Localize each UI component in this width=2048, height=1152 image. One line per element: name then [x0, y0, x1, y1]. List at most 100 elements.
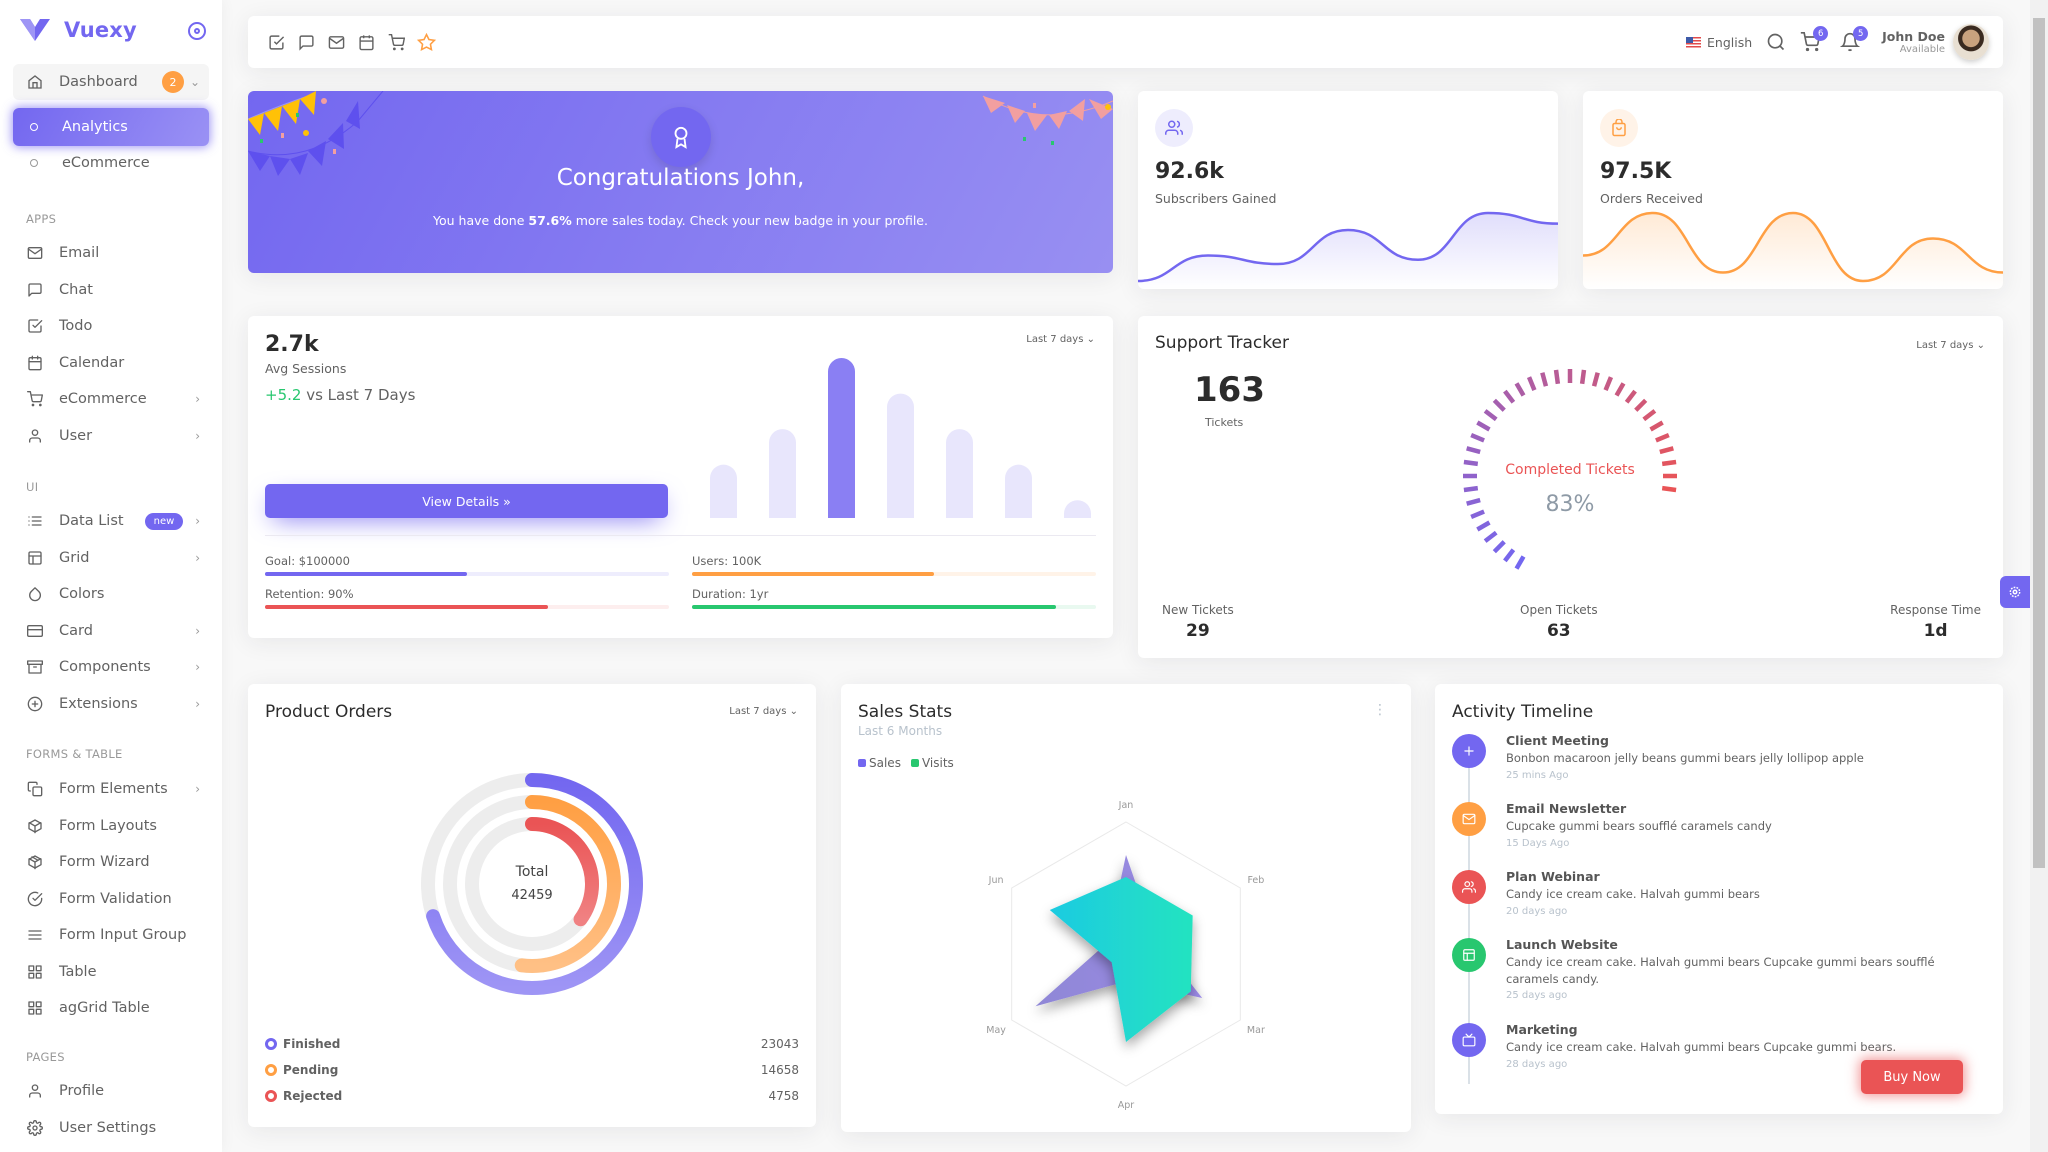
droplet-icon: [26, 586, 43, 603]
sidebar-item-label: agGrid Table: [59, 1000, 150, 1016]
more-vertical-icon[interactable]: ⋮: [1373, 703, 1387, 717]
sidebar-item-ecommerce-dashboard[interactable]: eCommerce: [13, 144, 209, 182]
sidebar-item-user-settings[interactable]: User Settings: [13, 1109, 209, 1147]
vuexy-logo-icon: [20, 19, 50, 41]
sidebar-item-label: Extensions: [59, 695, 138, 712]
scrollbar[interactable]: [2030, 0, 2048, 1152]
sidebar-item-card[interactable]: Card ›: [13, 612, 209, 650]
timeline-dot: [1452, 734, 1486, 768]
sidebar-item-user[interactable]: User ›: [13, 417, 209, 455]
customizer-toggle[interactable]: [2000, 576, 2030, 608]
sidebar-item-colors[interactable]: Colors: [13, 575, 209, 613]
sidebar-item-label: Form Wizard: [59, 854, 150, 870]
notification-count-badge: 5: [1853, 26, 1869, 41]
chevron-down-icon: ⌄: [1976, 340, 1985, 351]
sidebar-item-label: Colors: [59, 586, 105, 602]
avatar[interactable]: [1953, 24, 1989, 60]
radar-legend: Sales Visits: [858, 756, 954, 770]
sidebar-item-components[interactable]: Components ›: [13, 648, 209, 686]
sidebar-item-ecommerce[interactable]: eCommerce ›: [13, 380, 209, 418]
sidebar-item-data-list[interactable]: Data List new ›: [13, 502, 209, 540]
sidebar-item-form-validation[interactable]: Form Validation: [13, 880, 209, 918]
legend-swatch: [910, 759, 919, 767]
brand[interactable]: Vuexy: [20, 18, 137, 42]
cart-button[interactable]: 6: [1800, 26, 1829, 52]
sidebar-item-profile[interactable]: Profile: [13, 1072, 209, 1110]
user-name: John Doe: [1882, 29, 1945, 44]
todo-bookmark-icon[interactable]: [266, 32, 286, 52]
sidebar-item-label: Calendar: [59, 354, 125, 371]
star-icon[interactable]: [416, 32, 436, 52]
calendar-bookmark-icon[interactable]: [356, 32, 376, 52]
sales-stats-title: Sales Stats: [858, 702, 953, 722]
divider: [265, 535, 1096, 536]
gauge-segment: [1466, 446, 1481, 455]
sidebar-item-label: Email: [59, 245, 100, 261]
sessions-period-select[interactable]: Last 7 days ⌄: [1026, 334, 1095, 345]
sidebar-item-grid[interactable]: Grid ›: [13, 539, 209, 577]
sidebar-item-form-wizard[interactable]: Form Wizard: [13, 843, 209, 881]
product-orders-radial-chart: [421, 773, 643, 995]
sales-stats-card: Sales Stats Last 6 Months ⋮ Sales Visits…: [841, 684, 1411, 1132]
sidebar-item-label: Card: [59, 622, 93, 639]
box-icon: [26, 817, 43, 834]
subscribers-card: 92.6k Subscribers Gained: [1138, 91, 1558, 289]
chevron-right-icon: ›: [195, 696, 200, 711]
circle-icon: [30, 123, 38, 131]
sessions-change: +5.2 vs Last 7 Days: [265, 386, 416, 404]
chevron-down-icon: ⌄: [789, 706, 798, 717]
sidebar-item-calendar[interactable]: Calendar: [13, 344, 209, 382]
mail-bookmark-icon[interactable]: [326, 32, 346, 52]
area-fill: [1138, 213, 1558, 289]
timeline-time: 25 mins Ago: [1506, 770, 1569, 781]
check-square-icon: [26, 318, 43, 335]
legend-visits[interactable]: Visits: [910, 756, 954, 770]
activity-timeline-card: Activity Timeline Client Meeting Bonbon m…: [1435, 684, 2003, 1114]
home-icon: [26, 74, 43, 91]
gauge-segment: [1624, 389, 1637, 404]
sidebar-item-dashboard[interactable]: Dashboard 2 ⌄: [13, 64, 209, 100]
session-bar: [1005, 464, 1032, 518]
legend-sales[interactable]: Sales: [858, 756, 901, 770]
gauge-value: 83%: [1545, 492, 1595, 517]
sidebar-item-form-elements[interactable]: Form Elements ›: [13, 770, 209, 808]
view-details-button[interactable]: View Details »: [265, 484, 668, 518]
sidebar-item-label: Chat: [59, 281, 93, 298]
sidebar-item-extensions[interactable]: Extensions ›: [13, 685, 209, 723]
buy-now-button[interactable]: Buy Now: [1861, 1060, 1963, 1094]
legend-value: 14658: [760, 1063, 799, 1077]
section-header-ui: UI: [26, 480, 39, 494]
support-period-select[interactable]: Last 7 days ⌄: [1916, 340, 1985, 351]
metric-label: Retention: 90%: [265, 587, 354, 601]
session-bar: [769, 429, 796, 518]
timeline-title: Activity Timeline: [1452, 702, 1594, 722]
product-orders-period-select[interactable]: Last 7 days ⌄: [729, 706, 798, 717]
legend-label: Rejected: [283, 1089, 343, 1103]
language-selector[interactable]: English: [1707, 35, 1752, 50]
chat-bookmark-icon[interactable]: [296, 32, 316, 52]
notifications-button[interactable]: 5: [1840, 26, 1869, 52]
scrollbar-thumb[interactable]: [2033, 18, 2045, 868]
session-bar: [710, 464, 737, 518]
legend-row: Finished 23043: [265, 1034, 799, 1054]
sidebar-item-table[interactable]: Table: [13, 953, 209, 991]
tv-icon: [1462, 1033, 1476, 1047]
sidebar-item-label: Dashboard: [59, 74, 138, 90]
sidebar-item-email[interactable]: Email: [13, 234, 209, 272]
sidebar-item-todo[interactable]: Todo: [13, 307, 209, 345]
sidebar-item-analytics[interactable]: Analytics: [13, 108, 209, 146]
user-menu[interactable]: John Doe Available: [1882, 24, 1989, 60]
sidebar-toggle-icon[interactable]: [188, 22, 206, 40]
gauge-label: Completed Tickets: [1505, 462, 1635, 478]
sidebar-item-form-layouts[interactable]: Form Layouts: [13, 807, 209, 845]
sidebar-item-form-input-group[interactable]: Form Input Group: [13, 916, 209, 954]
sidebar-item-chat[interactable]: Chat: [13, 271, 209, 309]
timeline-description: Bonbon macaroon jelly beans gummi bears …: [1506, 751, 1864, 765]
cart-icon: [26, 391, 43, 408]
search-icon[interactable]: [1766, 32, 1786, 52]
chevron-right-icon: ›: [195, 550, 200, 565]
user-status: Available: [1899, 44, 1945, 55]
sidebar-item-aggrid-table[interactable]: agGrid Table: [13, 989, 209, 1027]
sales-stats-radar-chart: Jan Feb Mar Apr May Jun: [986, 800, 1265, 1111]
cart-bookmark-icon[interactable]: [386, 32, 406, 52]
